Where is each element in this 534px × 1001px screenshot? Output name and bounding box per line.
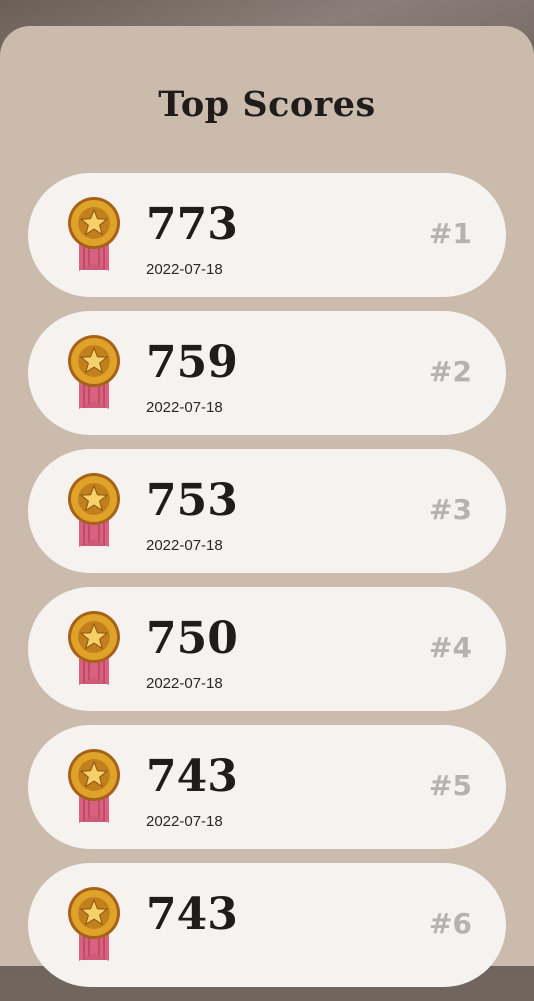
score-value: 743	[146, 889, 238, 940]
score-row-2[interactable]: 759 2022-07-18 #2	[28, 311, 506, 435]
score-value: 759	[146, 337, 238, 388]
score-date: 2022-07-18	[146, 675, 223, 692]
score-value: 773	[146, 199, 238, 250]
score-row-1[interactable]: 773 2022-07-18 #1	[28, 173, 506, 297]
medal-icon	[68, 611, 120, 685]
score-value: 753	[146, 475, 238, 526]
score-rank: #1	[429, 217, 472, 250]
score-list[interactable]: 773 2022-07-18 #1 759 2022-07-18 #2 753 …	[28, 173, 506, 1001]
medal-icon	[68, 197, 120, 271]
score-rank: #6	[429, 907, 472, 940]
score-rank: #5	[429, 769, 472, 802]
score-rank: #3	[429, 493, 472, 526]
score-date: 2022-07-18	[146, 261, 223, 278]
score-date: 2022-07-18	[146, 399, 223, 416]
medal-icon	[68, 473, 120, 547]
score-row-5[interactable]: 743 2022-07-18 #5	[28, 725, 506, 849]
score-date: 2022-07-18	[146, 537, 223, 554]
score-value: 750	[146, 613, 238, 664]
page-title: Top Scores	[158, 84, 376, 125]
score-value: 743	[146, 751, 238, 802]
score-rank: #4	[429, 631, 472, 664]
medal-icon	[68, 749, 120, 823]
score-row-6[interactable]: 743 #6	[28, 863, 506, 987]
medal-icon	[68, 335, 120, 409]
score-date: 2022-07-18	[146, 813, 223, 830]
score-rank: #2	[429, 355, 472, 388]
medal-icon	[68, 887, 120, 961]
score-row-3[interactable]: 753 2022-07-18 #3	[28, 449, 506, 573]
score-row-4[interactable]: 750 2022-07-18 #4	[28, 587, 506, 711]
